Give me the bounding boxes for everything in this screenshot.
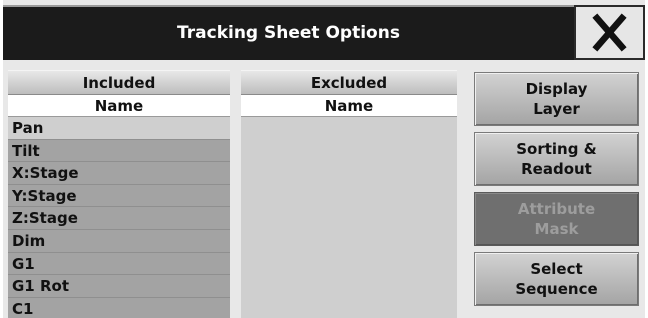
sorting-readout-button[interactable]: Sorting & Readout (474, 132, 639, 186)
select-sequence-label: Select Sequence (515, 260, 598, 298)
close-x-icon (592, 13, 627, 52)
excluded-list-panel[interactable]: Excluded Name (241, 70, 457, 318)
display-layer-button[interactable]: Display Layer (474, 72, 639, 126)
list-item[interactable]: Y:Stage (8, 184, 230, 208)
list-item[interactable]: Dim (8, 229, 230, 253)
dialog-title: Tracking Sheet Options (177, 23, 400, 43)
excluded-header: Excluded (241, 70, 457, 95)
close-button[interactable] (574, 5, 645, 60)
attribute-mask-button: Attribute Mask (474, 192, 639, 246)
list-item[interactable]: C1 (8, 297, 230, 318)
included-name-column-header[interactable]: Name (8, 95, 230, 117)
list-item[interactable]: Z:Stage (8, 207, 230, 230)
list-item[interactable]: G1 Rot (8, 275, 230, 298)
select-sequence-button[interactable]: Select Sequence (474, 252, 639, 306)
list-item[interactable]: G1 (8, 252, 230, 276)
included-list-panel[interactable]: Included Name Pan Tilt X:Stage Y:Stage Z:Sta… (8, 70, 230, 318)
included-header: Included (8, 70, 230, 95)
included-rows: Pan Tilt X:Stage Y:Stage Z:Stage Dim G1 G1 Rot C… (8, 117, 230, 318)
display-layer-label: Display Layer (525, 80, 588, 118)
sorting-readout-label: Sorting & Readout (516, 140, 597, 178)
list-item[interactable]: X:Stage (8, 162, 230, 185)
attribute-mask-label: Attribute Mask (517, 200, 596, 238)
list-item[interactable]: Tilt (8, 139, 230, 163)
list-item[interactable]: Pan (8, 117, 230, 140)
excluded-name-column-header[interactable]: Name (241, 95, 457, 117)
title-bar: Tracking Sheet Options (3, 5, 574, 60)
